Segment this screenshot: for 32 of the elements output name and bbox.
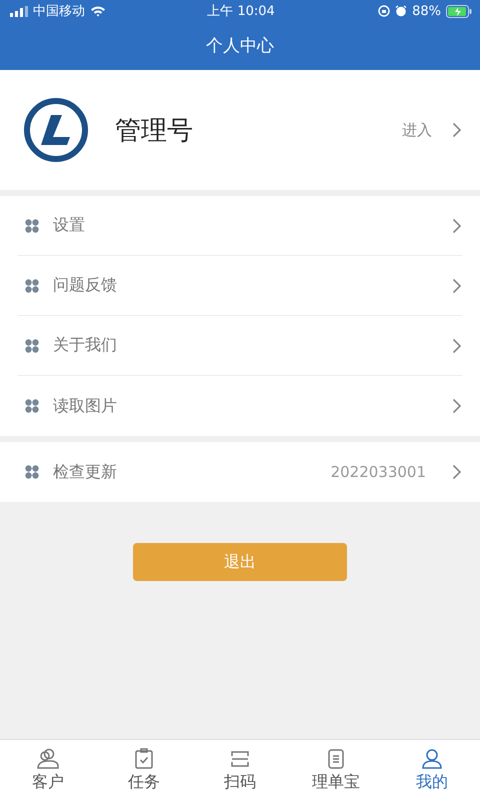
- account-name: 管理号: [115, 114, 194, 148]
- signal-icon: [10, 6, 28, 16]
- battery-icon: [446, 4, 472, 18]
- clock-time: 上午 10:04: [207, 3, 275, 20]
- chevron-right-icon: [452, 278, 462, 294]
- chevron-right-icon: [452, 464, 462, 480]
- page-title: 个人中心: [205, 35, 275, 58]
- menu-label: 设置: [53, 215, 86, 236]
- chevron-right-icon: [452, 398, 462, 414]
- chevron-right-icon: [452, 122, 462, 138]
- enter-label: 进入: [402, 120, 432, 140]
- grid-icon: [25, 278, 39, 292]
- menu-label: 关于我们: [53, 335, 118, 356]
- menu-label: 问题反馈: [53, 275, 118, 296]
- chevron-right-icon: [452, 338, 462, 354]
- rotation-lock-icon: [378, 5, 390, 17]
- battery-percent: 88%: [412, 4, 441, 18]
- profile-row[interactable]: 管理号 进入: [0, 70, 480, 190]
- grid-icon: [25, 218, 39, 232]
- people-icon: [36, 748, 60, 770]
- wifi-icon: [90, 5, 106, 17]
- version-number: 2022033001: [330, 463, 426, 481]
- chevron-right-icon: [452, 218, 462, 234]
- menu-label: 读取图片: [53, 396, 118, 416]
- logo-icon: [23, 97, 89, 163]
- carrier-name: 中国移动: [33, 3, 85, 20]
- person-icon: [420, 748, 444, 770]
- grid-icon: [25, 399, 39, 413]
- menu-label: 检查更新: [53, 462, 118, 482]
- grid-icon: [25, 338, 39, 352]
- alarm-icon: [395, 5, 408, 17]
- grid-icon: [25, 465, 39, 479]
